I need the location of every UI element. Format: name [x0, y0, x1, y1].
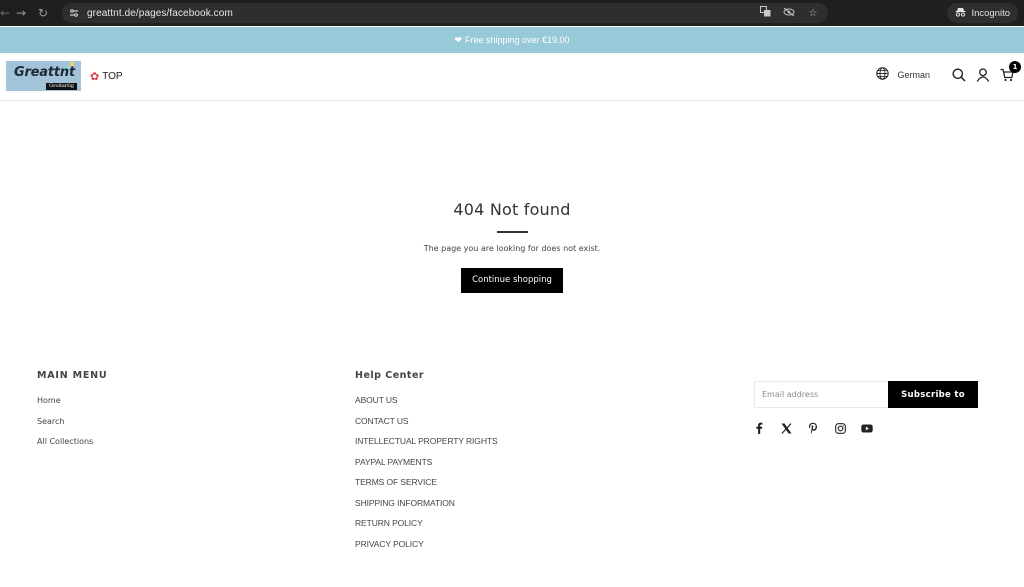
- footer-link-terms-of-service[interactable]: TERMS OF SERVICE: [355, 477, 498, 498]
- nav-top-label: TOP: [102, 71, 123, 82]
- footer-link-return-policy[interactable]: RETURN POLICY: [355, 518, 498, 539]
- footer-link-shipping-information[interactable]: SHIPPING INFORMATION: [355, 498, 498, 519]
- star-icon[interactable]: ☆: [806, 8, 820, 19]
- back-arrow-icon[interactable]: ←: [0, 0, 10, 26]
- nav-top-link[interactable]: ✿ TOP: [90, 71, 123, 82]
- eye-off-icon[interactable]: [782, 7, 796, 20]
- reload-icon[interactable]: ↻: [32, 0, 54, 26]
- footer-link-about-us[interactable]: ABOUT US: [355, 395, 498, 416]
- url-text[interactable]: greattnt.de/pages/facebook.com: [87, 8, 233, 19]
- footer-help-center-title: Help Center: [355, 370, 425, 381]
- globe-icon: [876, 67, 890, 82]
- heart-icon: ❤: [454, 34, 462, 45]
- language-label: German: [897, 69, 930, 80]
- translate-icon[interactable]: [758, 6, 772, 20]
- social-links: [752, 421, 874, 435]
- browser-toolbar: ← → ↻ greattnt.de/pages/facebook.com ☆ I…: [0, 0, 1024, 26]
- address-bar[interactable]: greattnt.de/pages/facebook.com ☆: [62, 3, 828, 23]
- incognito-icon: [955, 7, 966, 20]
- subscribe-button[interactable]: Subscribe to: [888, 381, 978, 408]
- footer-link-contact-us[interactable]: CONTACT US: [355, 416, 498, 437]
- instagram-icon[interactable]: [833, 421, 847, 435]
- not-found-section: 404 Not found The page you are looking f…: [0, 200, 1024, 293]
- announcement-bar: ❤ Free shipping over €19.00: [0, 27, 1024, 53]
- youtube-icon[interactable]: [860, 421, 874, 435]
- pinterest-icon[interactable]: [806, 421, 820, 435]
- footer-help-center: Help Center ABOUT US CONTACT US INTELLEC…: [355, 370, 498, 559]
- logo-subtext: Großartig: [46, 83, 77, 90]
- not-found-message: The page you are looking for does not ex…: [423, 244, 601, 253]
- footer-link-privacy-policy[interactable]: PRIVACY POLICY: [355, 539, 498, 560]
- footer-link-all-collections[interactable]: All Collections: [37, 436, 107, 457]
- logo-text: Greattnt: [14, 65, 75, 80]
- facebook-icon[interactable]: [752, 421, 766, 435]
- site-info-icon[interactable]: [67, 6, 81, 20]
- footer-link-home[interactable]: Home: [37, 395, 107, 416]
- page-title: 404 Not found: [453, 200, 571, 219]
- footer-link-paypal-payments[interactable]: PAYPAL PAYMENTS: [355, 457, 498, 478]
- incognito-badge[interactable]: Incognito: [947, 3, 1018, 23]
- cart-icon[interactable]: 1: [999, 61, 1021, 82]
- logo[interactable]: Greattnt Großartig: [6, 61, 81, 91]
- flower-icon: ✿: [90, 70, 100, 83]
- account-icon[interactable]: [975, 67, 990, 82]
- search-icon[interactable]: [951, 67, 966, 82]
- email-input[interactable]: [754, 381, 888, 408]
- x-twitter-icon[interactable]: [779, 421, 793, 435]
- incognito-label: Incognito: [971, 7, 1010, 19]
- newsletter-form: Subscribe to: [754, 381, 978, 408]
- footer-link-ip-rights[interactable]: INTELLECTUAL PROPERTY RIGHTS: [355, 436, 498, 457]
- continue-shopping-button[interactable]: Continue shopping: [461, 268, 563, 293]
- title-divider: [496, 231, 528, 233]
- cart-count-badge: 1: [1009, 61, 1021, 73]
- announcement-text: Free shipping over €19.00: [464, 35, 570, 45]
- language-selector[interactable]: German: [876, 67, 930, 82]
- site-header: Greattnt Großartig ✿ TOP German 1: [0, 53, 1024, 101]
- footer-link-search[interactable]: Search: [37, 416, 107, 437]
- footer-main-menu-title: MAIN MENU: [37, 370, 108, 381]
- forward-arrow-icon[interactable]: →: [10, 0, 32, 26]
- footer-main-menu: MAIN MENU Home Search All Collections: [37, 370, 107, 457]
